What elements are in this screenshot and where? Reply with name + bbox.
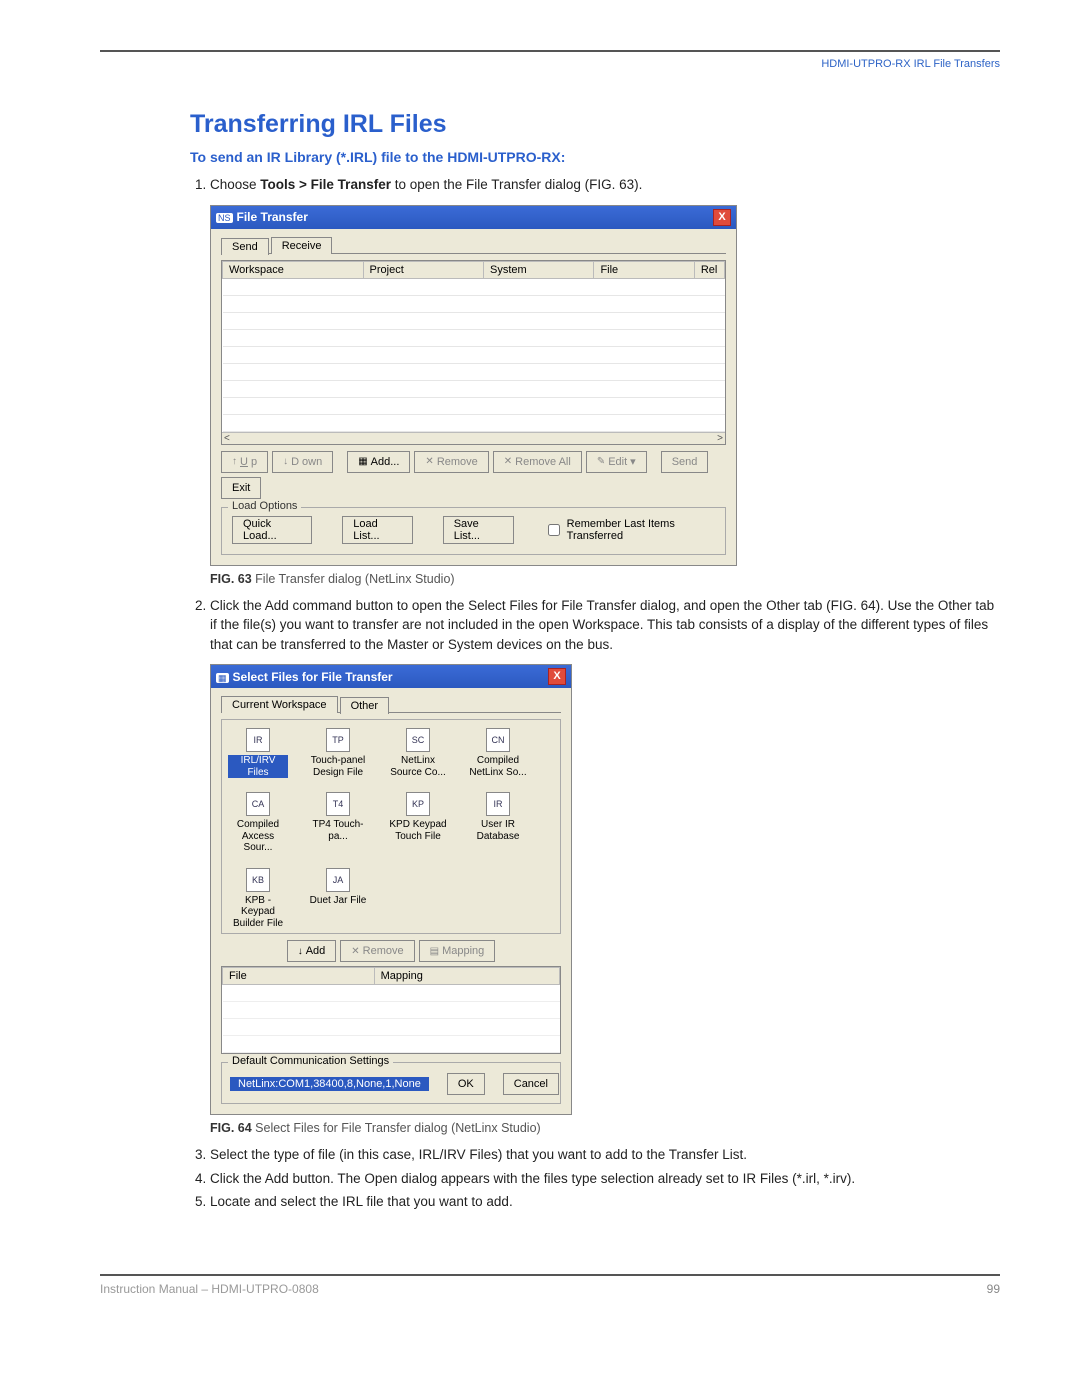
ok-button[interactable]: OK — [447, 1073, 485, 1095]
remember-checkbox[interactable]: Remember Last Items Transferred — [544, 518, 715, 542]
save-list-button[interactable]: Save List... — [443, 516, 514, 544]
down-button[interactable]: ↓Down — [272, 451, 333, 473]
load-options-group: Load Options Quick Load... Load List... … — [221, 507, 726, 555]
type-netlinx[interactable]: SCNetLinx Source Co... — [388, 728, 448, 778]
titlebar: ▦Select Files for File Transfer X — [211, 665, 571, 688]
page-number: 99 — [987, 1282, 1000, 1296]
close-icon[interactable]: X — [548, 668, 566, 685]
transfer-table: Workspace Project System File Rel — [222, 261, 725, 432]
quick-load-button[interactable]: Quick Load... — [232, 516, 312, 544]
selected-files-table: File Mapping — [222, 967, 560, 1053]
comm-settings-group: Default Communication Settings NetLinx:C… — [221, 1062, 561, 1104]
page-footer: Instruction Manual – HDMI-UTPRO-0808 99 — [100, 1274, 1000, 1296]
load-list-button[interactable]: Load List... — [342, 516, 412, 544]
type-kpd[interactable]: KPKPD Keypad Touch File — [388, 792, 448, 854]
type-touchpanel[interactable]: TPTouch-panel Design File — [308, 728, 368, 778]
edit-icon: ✎ — [597, 456, 605, 467]
remove-button[interactable]: ✕Remove — [414, 451, 488, 473]
step-4: Click the Add button. The Open dialog ap… — [210, 1169, 1000, 1189]
type-irl-irv[interactable]: IRIRL/IRV Files — [228, 728, 288, 778]
step-1: Choose Tools > File Transfer to open the… — [210, 175, 1000, 195]
tab-current-workspace[interactable]: Current Workspace — [221, 696, 338, 713]
send-button[interactable]: Send — [661, 451, 709, 473]
app-icon: ▦ — [216, 673, 229, 683]
remove-icon: ✕ — [425, 456, 433, 467]
titlebar: NSFile Transfer X — [211, 206, 736, 229]
exit-button[interactable]: Exit — [221, 477, 261, 499]
type-userir[interactable]: IRUser IR Database — [468, 792, 528, 854]
select-files-dialog: ▦Select Files for File Transfer X Curren… — [210, 664, 572, 1115]
type-compiled-netlinx[interactable]: CNCompiled NetLinx So... — [468, 728, 528, 778]
mapping-button[interactable]: ▤Mapping — [419, 940, 496, 962]
fig63-caption: FIG. 63 File Transfer dialog (NetLinx St… — [210, 572, 1000, 586]
remove-all-button[interactable]: ✕Remove All — [493, 451, 582, 473]
type-duet[interactable]: JADuet Jar File — [308, 868, 368, 930]
app-icon: NS — [216, 213, 233, 223]
step-5: Locate and select the IRL file that you … — [210, 1192, 1000, 1212]
type-kpb[interactable]: KBKPB - Keypad Builder File — [228, 868, 288, 930]
tab-send[interactable]: Send — [221, 238, 269, 255]
remove-button[interactable]: ✕Remove — [340, 940, 414, 962]
remove-icon: ✕ — [351, 946, 359, 957]
file-type-grid: IRIRL/IRV Files TPTouch-panel Design Fil… — [221, 719, 561, 934]
close-icon[interactable]: X — [713, 209, 731, 226]
cancel-button[interactable]: Cancel — [503, 1073, 559, 1095]
add-icon: ▦ — [358, 456, 367, 467]
edit-button[interactable]: ✎Edit ▾ — [586, 451, 647, 473]
type-compiled-axcess[interactable]: CACompiled Axcess Sour... — [228, 792, 288, 854]
tab-receive[interactable]: Receive — [271, 237, 333, 254]
page-title: Transferring IRL Files — [190, 110, 1000, 139]
fig64-caption: FIG. 64 Select Files for File Transfer d… — [210, 1121, 1000, 1135]
mapping-icon: ▤ — [430, 946, 439, 957]
scroll-right-icon[interactable]: > — [717, 433, 723, 444]
tab-other[interactable]: Other — [340, 697, 390, 714]
step-2: Click the Add command button to open the… — [210, 596, 1000, 655]
file-transfer-dialog: NSFile Transfer X SendReceive Workspace … — [210, 205, 737, 566]
header-right: HDMI-UTPRO-RX IRL File Transfers — [100, 58, 1000, 70]
up-icon: ↑ — [232, 456, 237, 467]
sub-heading: To send an IR Library (*.IRL) file to th… — [190, 149, 1000, 165]
up-button[interactable]: ↑Up — [221, 451, 268, 473]
type-tp4[interactable]: T4TP4 Touch-pa... — [308, 792, 368, 854]
remove-all-icon: ✕ — [504, 456, 512, 467]
scroll-left-icon[interactable]: < — [224, 433, 230, 444]
add-button[interactable]: ▦Add... — [347, 451, 410, 473]
comm-setting-value: NetLinx:COM1,38400,8,None,1,None — [230, 1077, 429, 1091]
step-3: Select the type of file (in this case, I… — [210, 1145, 1000, 1165]
down-icon: ↓ — [283, 456, 288, 467]
add-button[interactable]: ↓Add — [287, 940, 337, 962]
down-arrow-icon: ↓ — [298, 946, 303, 957]
